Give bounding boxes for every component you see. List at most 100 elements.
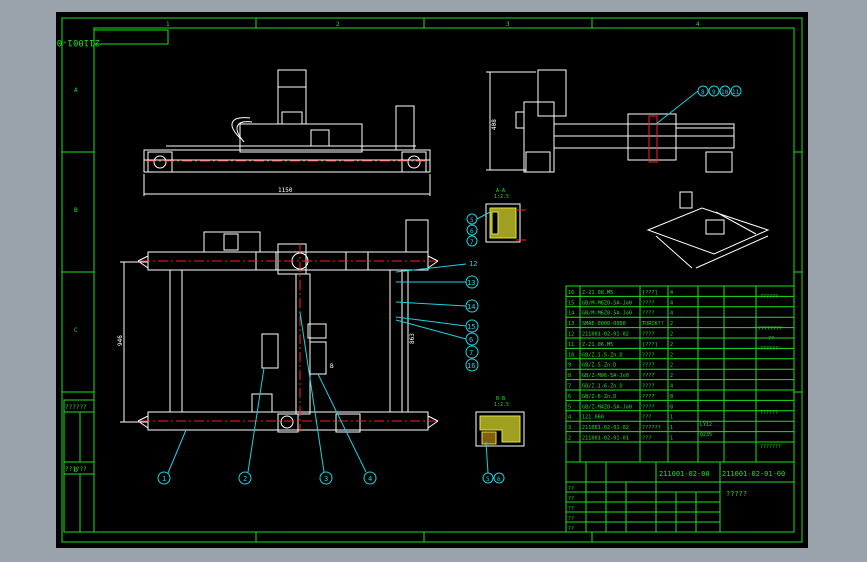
bom-cell: 2 xyxy=(670,332,673,338)
bom-cell: GB/M-M6Z0-5A-Jo0 xyxy=(582,300,632,306)
callout-label: 14 xyxy=(467,303,475,311)
bom-cell: 11 xyxy=(568,342,574,348)
bom-cell: 8 xyxy=(670,394,673,400)
rotated-drawing-code: 211001-02-01-00 xyxy=(56,37,100,47)
side-highlight xyxy=(648,115,658,163)
callout-label: 6 xyxy=(497,476,501,483)
bom-cell: ??? xyxy=(642,415,651,421)
dim-width-label: 1150 xyxy=(278,187,293,194)
front-view xyxy=(143,69,431,173)
bom-cell: 1 xyxy=(670,415,673,421)
bom-cell: ???? xyxy=(642,352,655,358)
cad-drawing: 1 2 3 4 A B C D 211001-02-01-00 ?????? ?… xyxy=(56,17,803,543)
bom-cell: 4 xyxy=(670,300,673,306)
bom-cell: 3 xyxy=(568,425,571,431)
bom-cell: [???] xyxy=(642,342,658,348)
bom-cell: 2 xyxy=(670,363,673,369)
bom-cell: 7 xyxy=(568,384,571,390)
bom-cell: GB/Z.1-6-Zn.D xyxy=(582,384,623,390)
plan-view xyxy=(147,219,429,433)
zone-mark: C xyxy=(74,327,78,334)
bom-cell: 13 xyxy=(568,321,574,327)
view-label-b: B xyxy=(330,363,334,370)
bom-cell: 14 xyxy=(568,311,574,317)
callout-label: 3 xyxy=(324,475,328,483)
bom-cell: ???? xyxy=(642,332,655,338)
bom-cell: 2 xyxy=(670,342,673,348)
bom-cell: 2 xyxy=(568,436,571,442)
bom-note: ?????? xyxy=(760,346,778,352)
bom-cell: ???? xyxy=(642,311,655,317)
title-drawing-no: 211001-02-00 xyxy=(659,470,710,478)
callout-label: 6 xyxy=(469,336,473,344)
bom-cell: 211001-02-01-02 xyxy=(582,425,629,431)
dim-left: 946 xyxy=(117,335,124,346)
bom-cell: 16 xyxy=(568,290,574,296)
bom-cell: 211001-02-01-01 xyxy=(582,436,629,442)
callout-label: 1 xyxy=(162,475,166,483)
bom-material: LY12 xyxy=(700,422,712,428)
title-mark: ?? xyxy=(568,506,574,512)
section-bb-scale: 1:2.5 xyxy=(494,402,509,408)
bom-rows: 16 Z-21.08.M5 [???] 415 GB/M-M6Z0-5A-Jo0????… xyxy=(566,290,794,443)
bom-cell: Z-21.06.M5 xyxy=(582,342,613,348)
bom-cell: ???? xyxy=(642,363,655,369)
callout-label: 2 xyxy=(243,475,247,483)
bom-cell: 2 xyxy=(670,373,673,379)
callout-label: 15 xyxy=(467,323,475,331)
bom-cell: 4 xyxy=(670,384,673,390)
bom-cell: GB/Z-6-Zn.D xyxy=(582,394,616,400)
isometric-view xyxy=(646,191,770,269)
bom-note: ?????? xyxy=(760,410,778,416)
title-mark: ?? xyxy=(568,486,574,492)
bom-cell: 4 xyxy=(670,290,673,296)
bom-cell: ???? xyxy=(642,394,655,400)
dim-side-height: 408 xyxy=(491,119,498,130)
bom-cell: ?????? xyxy=(642,425,661,431)
callout-label: 13 xyxy=(467,279,475,287)
bom-cell: GB/Z-5-Zn.D xyxy=(582,363,616,369)
side-view xyxy=(515,69,735,173)
bom-cell: 12 xyxy=(568,332,574,338)
callouts-bottom xyxy=(157,311,377,485)
callout-label: 4 xyxy=(368,475,372,483)
callout-label: 5 xyxy=(470,217,474,224)
bom-cell: ??? xyxy=(642,436,651,442)
bom-cell: 6 xyxy=(568,394,571,400)
bom-cell: SMAE-0000-0000 xyxy=(582,321,626,327)
title-name: ????? xyxy=(726,490,747,498)
callout-label: 7 xyxy=(469,349,473,357)
callouts-top xyxy=(655,85,742,125)
callout-label: 11 xyxy=(732,89,740,96)
bom-cell: 9 xyxy=(568,363,571,369)
bom-note: ?????? xyxy=(760,294,778,300)
drawing-canvas: 1 2 3 4 A B C D 211001-02-01-00 ?????? ?… xyxy=(56,12,808,548)
section-aa-scale: 1:2.5 xyxy=(494,194,509,200)
bom-cell: [???] xyxy=(642,290,658,296)
bom-cell: TURCK?? xyxy=(642,321,664,327)
zone-mark: 3 xyxy=(506,21,510,28)
bom-cell: ???? xyxy=(642,373,655,379)
zone-mark: 4 xyxy=(696,21,700,28)
bom-cell: 1 xyxy=(670,425,673,431)
inner-frame xyxy=(93,27,795,533)
bom-cell: Z-21.08.M5 xyxy=(582,290,613,296)
bom-cell: 1 xyxy=(670,436,673,442)
bom-cell: 8 xyxy=(670,404,673,410)
zone-mark: 2 xyxy=(336,21,340,28)
bom-note: ???????? xyxy=(758,326,782,332)
bom-cell: 15 xyxy=(568,300,574,306)
bom-cell: 2 xyxy=(670,352,673,358)
zone-mark: B xyxy=(74,207,78,214)
bom-cell: 4 xyxy=(670,311,673,317)
callout-label: 12 xyxy=(469,260,477,268)
zone-mark: A xyxy=(74,87,78,94)
bom-cell: 5 xyxy=(568,404,571,410)
bom-cell: 4 xyxy=(568,415,571,421)
callout-label: 6 xyxy=(470,228,474,235)
bom-cell: 8 xyxy=(568,373,571,379)
callout-label: 10 xyxy=(721,89,729,96)
title-mark: ?? xyxy=(568,526,574,532)
code-box xyxy=(93,29,169,45)
callout-label: 9 xyxy=(712,89,716,96)
